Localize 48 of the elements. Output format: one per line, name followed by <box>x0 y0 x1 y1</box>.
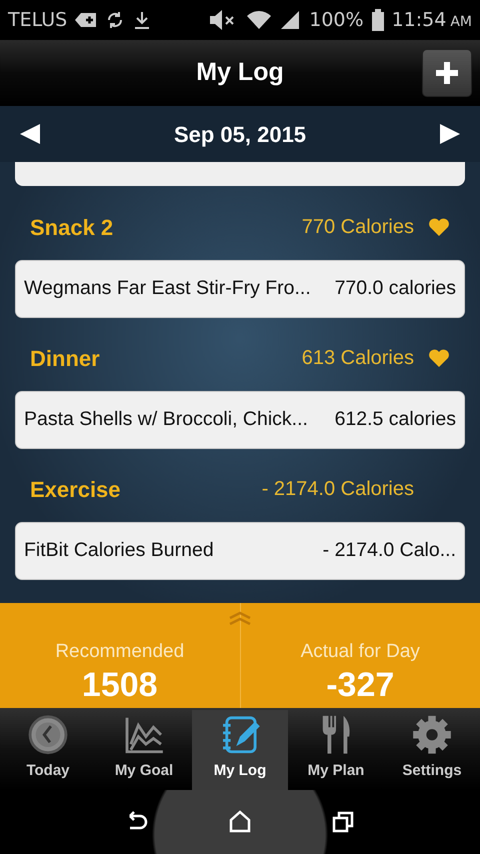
food-name: FitBit Calories Burned <box>24 538 214 564</box>
left-arrow-icon <box>20 124 40 144</box>
home-icon <box>228 810 252 834</box>
tab[interactable]: Today <box>0 710 96 790</box>
double-chevron-up-icon <box>228 611 252 625</box>
entry-card[interactable]: Wegmans Far East Stir-Fry Fro... 770.0 calories <box>15 260 465 318</box>
summary-value: -327 <box>326 666 394 704</box>
entry-calories: - 2174.0 Calo... <box>322 538 456 564</box>
recent-apps-button[interactable] <box>332 810 356 834</box>
tab[interactable]: My Plan <box>288 710 384 790</box>
summary-label: Actual for Day <box>300 640 420 664</box>
meal-calories: 613 Calories <box>302 346 414 371</box>
tab[interactable]: My Goal <box>96 710 192 790</box>
meal-title: Snack 2 <box>30 214 114 242</box>
entry-card[interactable]: FitBit Calories Burned - 2174.0 Calo... <box>15 522 465 580</box>
date-text: Sep 05, 2015 <box>174 120 306 149</box>
meal-title: Dinner <box>30 344 100 372</box>
home-button[interactable] <box>228 810 252 834</box>
entry-card[interactable]: Pasta Shells w/ Broccoli, Chick... 612.5 calories <box>15 391 465 449</box>
food-name: Pasta Shells w/ Broccoli, Chick... <box>24 407 308 432</box>
signal-icon <box>279 10 302 30</box>
clock-text: 11:54 <box>392 8 446 33</box>
summary-label: Recommended <box>55 640 184 664</box>
tab[interactable]: My Log <box>192 710 288 790</box>
download-icon <box>133 10 152 30</box>
tab[interactable]: Settings <box>384 710 480 790</box>
next-day-button[interactable] <box>440 124 460 144</box>
recent-apps-icon <box>332 810 356 834</box>
right-arrow-icon <box>440 124 460 144</box>
ampm-text: AM <box>450 12 472 32</box>
clock-icon <box>26 714 70 756</box>
notification-icon <box>75 12 98 28</box>
wifi-icon <box>247 10 272 30</box>
previous-day-button[interactable] <box>20 124 40 144</box>
meal-calories: 770 Calories <box>302 215 414 240</box>
add-button[interactable] <box>422 49 472 97</box>
meal-title: Exercise <box>30 476 121 504</box>
screen-title: My Log <box>196 57 284 88</box>
summary-value: 1508 <box>82 666 158 704</box>
settings-icon <box>410 714 454 756</box>
meal-calories: - 2174.0 Calories <box>262 477 414 502</box>
battery-percent: 100% <box>309 8 364 33</box>
battery-icon <box>372 9 384 31</box>
entry-calories: 612.5 calories <box>334 407 456 432</box>
entry-calories: 770.0 calories <box>334 276 456 302</box>
plus-icon <box>434 60 460 86</box>
food-name: Wegmans Far East Stir-Fry Fro... <box>24 276 311 302</box>
carrier-text: TELUS <box>8 8 68 33</box>
